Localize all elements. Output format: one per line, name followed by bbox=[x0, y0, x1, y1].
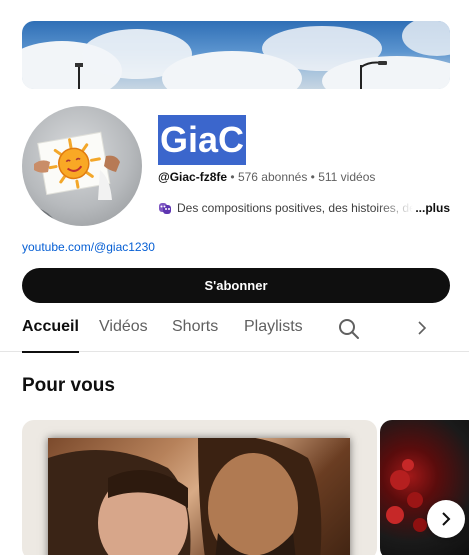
tab-playlists[interactable]: Playlists bbox=[244, 312, 303, 352]
description-more-link[interactable]: ...plus bbox=[415, 201, 450, 215]
channel-handle: @Giac-fz8fe bbox=[158, 170, 228, 184]
chevron-right-icon[interactable] bbox=[414, 320, 430, 336]
channel-tabs: Accueil Vidéos Shorts Playlists bbox=[0, 312, 469, 353]
video-count: 511 vidéos bbox=[318, 170, 376, 184]
channel-description[interactable]: Des compositions positives, des histoire… bbox=[158, 200, 450, 216]
tab-shorts[interactable]: Shorts bbox=[172, 312, 218, 352]
channel-banner bbox=[22, 21, 450, 89]
channel-avatar[interactable] bbox=[22, 106, 142, 226]
channel-meta: @Giac-fz8fe • 576 abonnés • 511 vidéos bbox=[158, 170, 375, 184]
video-card[interactable] bbox=[22, 420, 377, 555]
meta-separator: • bbox=[227, 170, 238, 184]
meta-separator: • bbox=[307, 170, 319, 184]
channel-link[interactable]: youtube.com/@giac1230 bbox=[22, 240, 155, 254]
subscriber-count: 576 abonnés bbox=[237, 170, 308, 184]
tab-videos[interactable]: Vidéos bbox=[99, 312, 148, 352]
subscribe-button[interactable]: S'abonner bbox=[22, 268, 450, 303]
section-title-for-you: Pour vous bbox=[22, 375, 115, 396]
carousel-next-button[interactable] bbox=[427, 500, 465, 538]
channel-name: GiaC bbox=[158, 115, 247, 165]
tab-home[interactable]: Accueil bbox=[22, 312, 79, 353]
search-icon[interactable] bbox=[337, 317, 361, 341]
chevron-right-icon bbox=[442, 512, 451, 526]
video-thumbnail bbox=[48, 435, 350, 555]
description-text: Des compositions positives, des histoire… bbox=[177, 201, 414, 215]
performing-arts-icon bbox=[159, 203, 171, 214]
